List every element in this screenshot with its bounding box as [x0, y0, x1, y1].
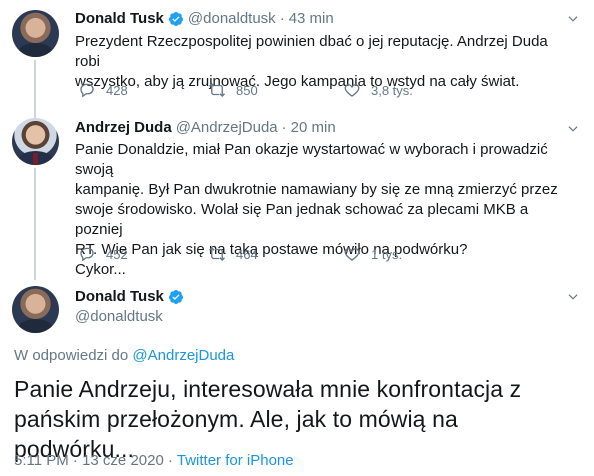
retweet-button[interactable]: 464 — [208, 244, 258, 264]
reply-button[interactable]: 452 — [78, 244, 128, 264]
author-handle[interactable]: @AndrzejDuda — [176, 119, 278, 136]
tweet-source[interactable]: Twitter for iPhone — [177, 452, 294, 469]
chevron-down-icon[interactable] — [566, 12, 580, 26]
tweet-time[interactable]: 43 min — [289, 10, 334, 27]
tweet-time[interactable]: 20 min — [291, 119, 336, 136]
retweet-count: 464 — [236, 246, 258, 262]
reply-count: 452 — [106, 246, 128, 262]
main-author[interactable]: Donald Tusk — [75, 288, 184, 305]
like-count: 1 tys. — [371, 246, 403, 262]
author-handle[interactable]: @donaldtusk — [75, 308, 163, 325]
author-name[interactable]: Donald Tusk — [75, 10, 164, 27]
author-name[interactable]: Donald Tusk — [75, 288, 164, 305]
reply-to-link[interactable]: @AndrzejDuda — [132, 347, 234, 364]
reply-button[interactable]: 428 — [78, 80, 128, 100]
tweet-tusk[interactable]: Donald Tusk @donaldtusk · 43 min Prezyde… — [0, 0, 594, 110]
like-button[interactable]: 1 tys. — [343, 244, 402, 264]
retweet-icon — [209, 247, 225, 261]
tweet-duda[interactable]: Andrzej Duda @AndrzejDuda · 20 min Panie… — [0, 110, 594, 280]
author-name[interactable]: Andrzej Duda — [75, 119, 172, 136]
like-button[interactable]: 3,8 tys. — [343, 80, 413, 100]
reply-icon — [80, 83, 94, 98]
reply-prefix: W odpowiedzi do — [14, 347, 129, 364]
verified-badge-icon — [168, 289, 183, 304]
reply-context: W odpowiedzi do @AndrzejDuda — [14, 347, 234, 364]
separator-dot: · — [281, 119, 287, 136]
avatar[interactable] — [12, 118, 59, 165]
tweet-meta: 5:11 PM · 13 cze 2020 · Twitter for iPho… — [14, 452, 294, 469]
reply-icon — [80, 247, 94, 262]
retweet-button[interactable]: 850 — [208, 80, 258, 100]
separator-dot: · — [279, 10, 285, 27]
reply-count: 428 — [106, 82, 128, 98]
tweet-timestamp[interactable]: 5:11 PM · 13 cze 2020 · — [14, 452, 177, 469]
avatar[interactable] — [12, 10, 59, 57]
retweet-icon — [209, 83, 225, 97]
main-tweet-text: Panie Andrzeju, interesowała mnie konfro… — [14, 376, 522, 462]
chevron-down-icon[interactable] — [566, 122, 580, 136]
author-handle[interactable]: @donaldtusk — [188, 10, 276, 27]
heart-icon — [344, 84, 360, 97]
avatar[interactable] — [12, 286, 59, 333]
heart-icon — [344, 248, 360, 261]
retweet-count: 850 — [236, 82, 258, 98]
chevron-down-icon[interactable] — [566, 290, 580, 304]
like-count: 3,8 tys. — [371, 82, 413, 98]
verified-badge-icon — [168, 11, 183, 26]
